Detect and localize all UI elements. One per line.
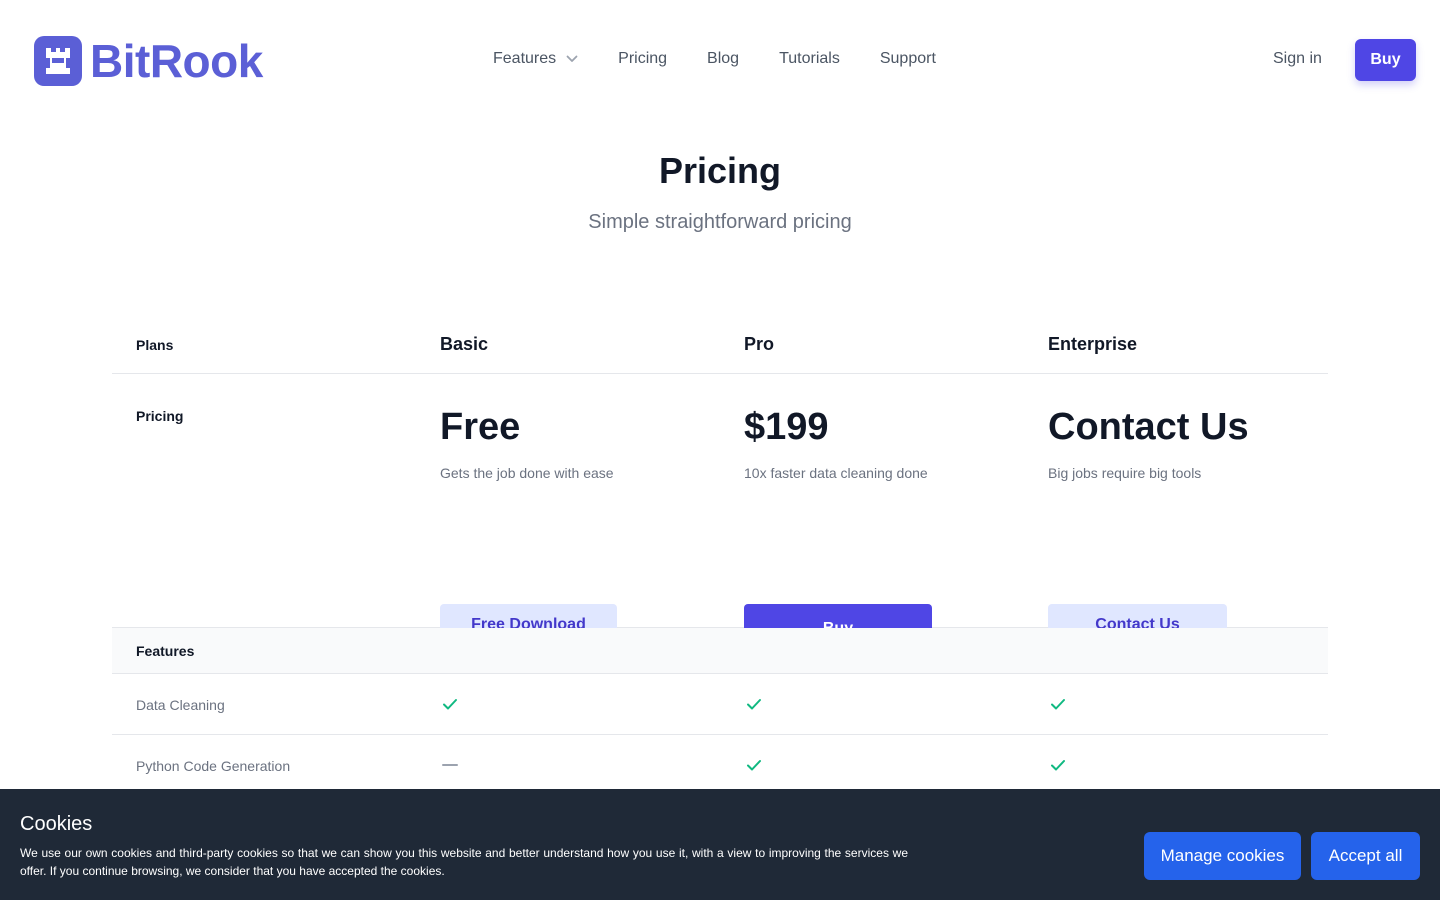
cookie-banner: Cookies We use our own cookies and third…	[0, 789, 1440, 900]
accept-all-button[interactable]: Accept all	[1311, 832, 1420, 880]
header-buy-button[interactable]: Buy	[1355, 39, 1416, 81]
price-pro: $199	[744, 406, 829, 448]
plan-name-pro: Pro	[744, 334, 775, 354]
dash-icon	[442, 764, 458, 766]
pricing-label: Pricing	[136, 408, 184, 424]
features-label: Features	[136, 643, 195, 659]
pricing-row: Pricing Free Gets the job done with ease…	[112, 374, 1328, 654]
description-enterprise: Big jobs require big tools	[1048, 465, 1202, 481]
nav-item-label: Features	[493, 50, 557, 67]
page-subtitle: Simple straightforward pricing	[588, 211, 852, 233]
site-header: BitRook Features Pricing Blog Tutorials …	[0, 0, 1440, 120]
price-basic: Free	[440, 406, 521, 448]
nav-item-pricing[interactable]: Pricing	[618, 48, 667, 70]
chevron-down-icon	[566, 48, 578, 70]
feature-name: Data Cleaning	[136, 697, 225, 713]
nav-item-support[interactable]: Support	[880, 48, 936, 70]
price-enterprise: Contact Us	[1048, 406, 1249, 448]
feature-row: Data Cleaning	[112, 674, 1328, 735]
feature-row: Python Code Generation	[112, 735, 1328, 796]
description-basic: Gets the job done with ease	[440, 465, 614, 481]
check-icon	[1051, 760, 1065, 771]
logo-link[interactable]: BitRook	[34, 36, 263, 86]
description-pro: 10x faster data cleaning done	[744, 465, 928, 481]
nav-item-features[interactable]: Features	[493, 48, 578, 70]
brand-name: BitRook	[90, 35, 263, 87]
plans-label: Plans	[136, 337, 174, 353]
check-icon	[747, 699, 761, 710]
nav-item-blog[interactable]: Blog	[707, 48, 739, 70]
plan-name-enterprise: Enterprise	[1048, 334, 1138, 354]
pricing-table: Plans Basic Pro Enterprise Pricing Free …	[112, 316, 1328, 796]
check-icon	[747, 760, 761, 771]
cookie-title: Cookies	[20, 813, 93, 835]
check-icon	[1051, 699, 1065, 710]
nav-item-tutorials[interactable]: Tutorials	[779, 48, 840, 70]
page-title: Pricing	[658, 150, 782, 191]
plan-name-basic: Basic	[440, 334, 489, 354]
plans-row: Plans Basic Pro Enterprise	[112, 316, 1328, 374]
main-nav: Features Pricing Blog Tutorials Support	[493, 48, 936, 70]
check-icon	[443, 699, 457, 710]
cookie-text: We use our own cookies and third-party c…	[20, 846, 908, 878]
features-header-row: Features	[112, 628, 1328, 674]
sign-in-link[interactable]: Sign in	[1273, 48, 1322, 70]
manage-cookies-button[interactable]: Manage cookies	[1144, 832, 1301, 880]
feature-name: Python Code Generation	[136, 758, 291, 774]
rook-icon	[34, 36, 82, 86]
